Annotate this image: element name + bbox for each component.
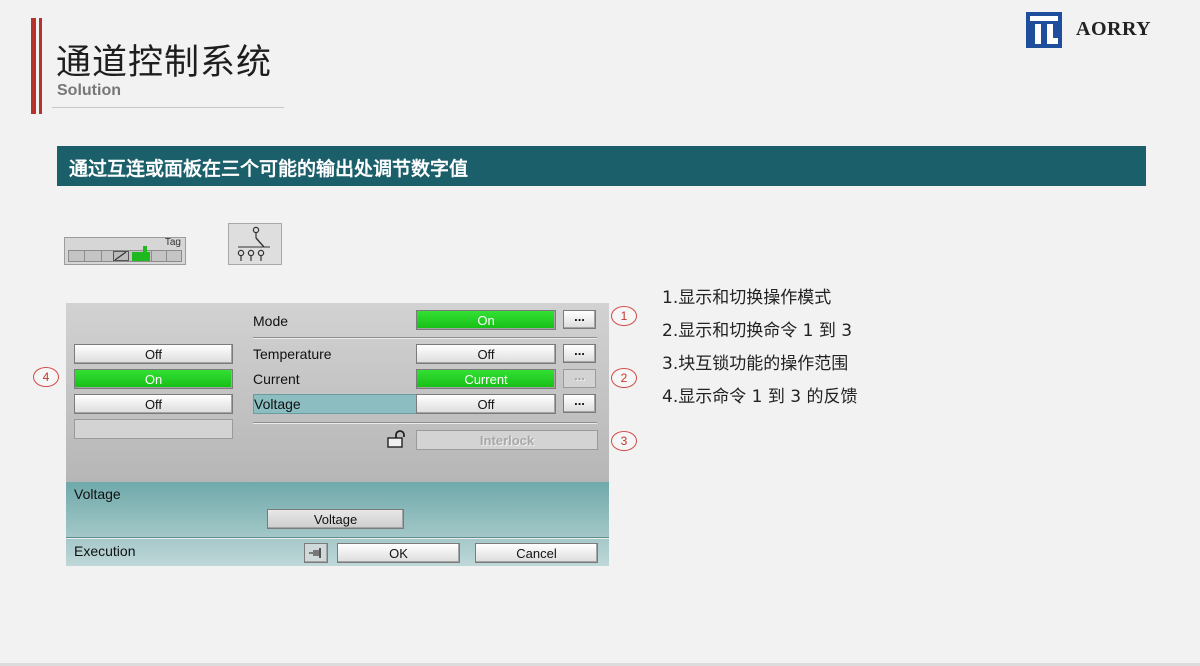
execution-area: Voltage Voltage Execution OK Cancel — [66, 482, 609, 566]
logo-text: AORRY — [1076, 18, 1152, 40]
callout-3: 3 — [611, 431, 637, 451]
note-item: 3.块互锁功能的操作范围 — [662, 354, 849, 374]
command-divider — [253, 422, 597, 423]
slide-subtitle: Solution — [57, 82, 121, 99]
note-item: 4.显示命令 1 到 3 的反馈 — [662, 387, 858, 407]
switch-symbol-icon — [237, 226, 270, 261]
channel-control-panel: Mode On ... Off On Off Temperature Off .… — [66, 303, 609, 566]
ok-button[interactable]: OK — [337, 543, 460, 563]
command-3-button[interactable]: Off — [416, 394, 556, 414]
note-item: 2.显示和切换命令 1 到 3 — [662, 321, 853, 341]
hand-icon — [143, 246, 147, 252]
manual-mode-icon — [113, 251, 129, 261]
note-item: 1.显示和切换操作模式 — [662, 288, 832, 308]
block-faceplate-icon: Tag — [64, 237, 186, 265]
cancel-button[interactable]: Cancel — [475, 543, 598, 563]
title-underline — [52, 107, 284, 108]
command-3-options-button[interactable]: ... — [563, 393, 596, 413]
title-accent-bar — [31, 18, 36, 114]
command-1-label: Temperature — [253, 346, 332, 362]
command-2-label: Current — [253, 371, 300, 387]
pin-icon — [309, 548, 321, 558]
mode-label: Mode — [253, 313, 289, 329]
voltage-section-label: Voltage — [74, 486, 121, 502]
slide-title: 通道控制系统 — [56, 43, 273, 83]
interlock-button: Interlock — [416, 430, 598, 450]
voltage-select-button[interactable]: Voltage — [267, 509, 404, 529]
logo-mark-icon — [1026, 12, 1062, 48]
feedback-1-indicator: Off — [74, 344, 233, 364]
padlock-open-icon — [387, 430, 405, 448]
command-2-options-button: ... — [563, 368, 596, 388]
feedback-2-indicator: On — [74, 369, 233, 389]
execution-label: Execution — [74, 543, 136, 559]
faceplate-status-row — [68, 246, 182, 262]
faceplate-cell — [151, 251, 167, 261]
faceplate-tag-label: Tag — [164, 237, 181, 248]
execution-pin-button[interactable] — [304, 543, 328, 563]
company-logo: AORRY — [1026, 12, 1154, 48]
banner-text: 通过互连或面板在三个可能的输出处调节数字值 — [69, 158, 469, 180]
faceplate-cell — [86, 251, 102, 261]
channel-switch-icon — [228, 223, 282, 265]
command-2-button[interactable]: Current — [416, 369, 556, 389]
command-1-options-button[interactable]: ... — [563, 343, 596, 363]
command-1-button[interactable]: Off — [416, 344, 556, 364]
notes-list: 1.显示和切换操作模式 2.显示和切换命令 1 到 3 3.块互锁功能的操作范围… — [662, 284, 857, 416]
feedback-3-indicator: Off — [74, 394, 233, 414]
execution-divider — [66, 537, 609, 538]
mode-toggle-button[interactable]: On — [416, 310, 556, 330]
mode-divider — [253, 337, 597, 338]
callout-4: 4 — [33, 367, 59, 387]
section-banner: 通过互连或面板在三个可能的输出处调节数字值 — [57, 146, 1146, 186]
faceplate-cell — [69, 251, 85, 261]
title-accent-bar-thin — [39, 18, 42, 114]
faceplate-active-indicator — [132, 252, 150, 261]
command-3-label: Voltage — [254, 396, 301, 412]
callout-2: 2 — [611, 368, 637, 388]
callout-1: 1 — [611, 306, 637, 326]
feedback-empty-indicator — [74, 419, 233, 439]
mode-options-button[interactable]: ... — [563, 309, 596, 329]
